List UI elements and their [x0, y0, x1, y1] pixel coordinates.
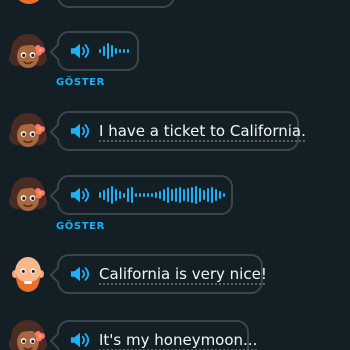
- conversation: GÖSTER I have a ticket to California. GÖ…: [0, 0, 350, 350]
- waveform-bar: [175, 188, 177, 202]
- waveform-bar: [203, 190, 205, 200]
- message-text[interactable]: It's my honeymoon...: [99, 331, 257, 349]
- waveform-bar: [123, 192, 125, 198]
- waveform-bar: [119, 49, 121, 53]
- waveform-bar: [223, 193, 225, 197]
- text-message-bubble[interactable]: California is very nice!: [57, 254, 267, 294]
- waveform-bar: [99, 49, 101, 53]
- waveform-bar: [187, 188, 189, 202]
- speaker-icon[interactable]: [69, 121, 91, 141]
- message-text[interactable]: California is very nice!: [99, 265, 267, 283]
- waveform-bar: [191, 187, 193, 203]
- waveform-bar: [195, 186, 197, 204]
- avatar-woman: [8, 175, 48, 215]
- waveform-bar: [151, 193, 153, 197]
- waveform-bar: [123, 49, 125, 53]
- speaker-icon[interactable]: [69, 264, 91, 284]
- waveform-bar: [179, 187, 181, 203]
- waveform-bar: [155, 192, 157, 198]
- speaker-icon[interactable]: [69, 41, 91, 61]
- audio-message-bubble[interactable]: [57, 175, 233, 215]
- waveform-bar: [147, 193, 149, 197]
- waveform-bar: [131, 187, 133, 203]
- waveform-bar: [219, 191, 221, 199]
- avatar-woman: [8, 318, 48, 350]
- partial-bubble: [57, 0, 175, 8]
- waveform-bar: [143, 193, 145, 197]
- waveform-bar: [111, 186, 113, 204]
- waveform-bar: [115, 189, 117, 201]
- waveform-bar: [111, 45, 113, 57]
- waveform-bar: [135, 193, 137, 197]
- waveform-bar: [107, 43, 109, 59]
- waveform-bar: [183, 189, 185, 201]
- waveform-bar: [119, 191, 121, 199]
- avatar-partial: [14, 0, 44, 4]
- waveform-bar: [127, 49, 129, 53]
- waveform-bar: [107, 188, 109, 202]
- message-text[interactable]: I have a ticket to California.: [99, 122, 306, 140]
- avatar-woman: [8, 32, 48, 72]
- reveal-button[interactable]: GÖSTER: [56, 221, 105, 232]
- waveform-bar: [199, 188, 201, 202]
- waveform-bar: [163, 189, 165, 201]
- waveform-bar: [215, 189, 217, 201]
- reveal-button[interactable]: GÖSTER: [56, 77, 105, 88]
- waveform-bar: [171, 189, 173, 201]
- waveform-bar: [207, 188, 209, 202]
- waveform-bar: [103, 190, 105, 200]
- waveform-bar: [167, 187, 169, 203]
- speaker-icon[interactable]: [69, 330, 91, 350]
- avatar-woman: [8, 111, 48, 151]
- waveform-bar: [115, 48, 117, 54]
- audio-waveform-icon[interactable]: [99, 184, 225, 206]
- speaker-icon[interactable]: [69, 185, 91, 205]
- waveform-bar: [139, 193, 141, 197]
- waveform-bar: [211, 187, 213, 203]
- waveform-bar: [99, 192, 101, 198]
- audio-waveform-icon[interactable]: [99, 40, 129, 62]
- text-message-bubble[interactable]: I have a ticket to California.: [57, 111, 306, 151]
- text-message-bubble[interactable]: It's my honeymoon...: [57, 320, 257, 350]
- audio-message-bubble[interactable]: [57, 31, 139, 71]
- waveform-bar: [103, 46, 105, 56]
- waveform-bar: [159, 191, 161, 199]
- waveform-bar: [127, 188, 129, 202]
- avatar-man: [8, 253, 48, 293]
